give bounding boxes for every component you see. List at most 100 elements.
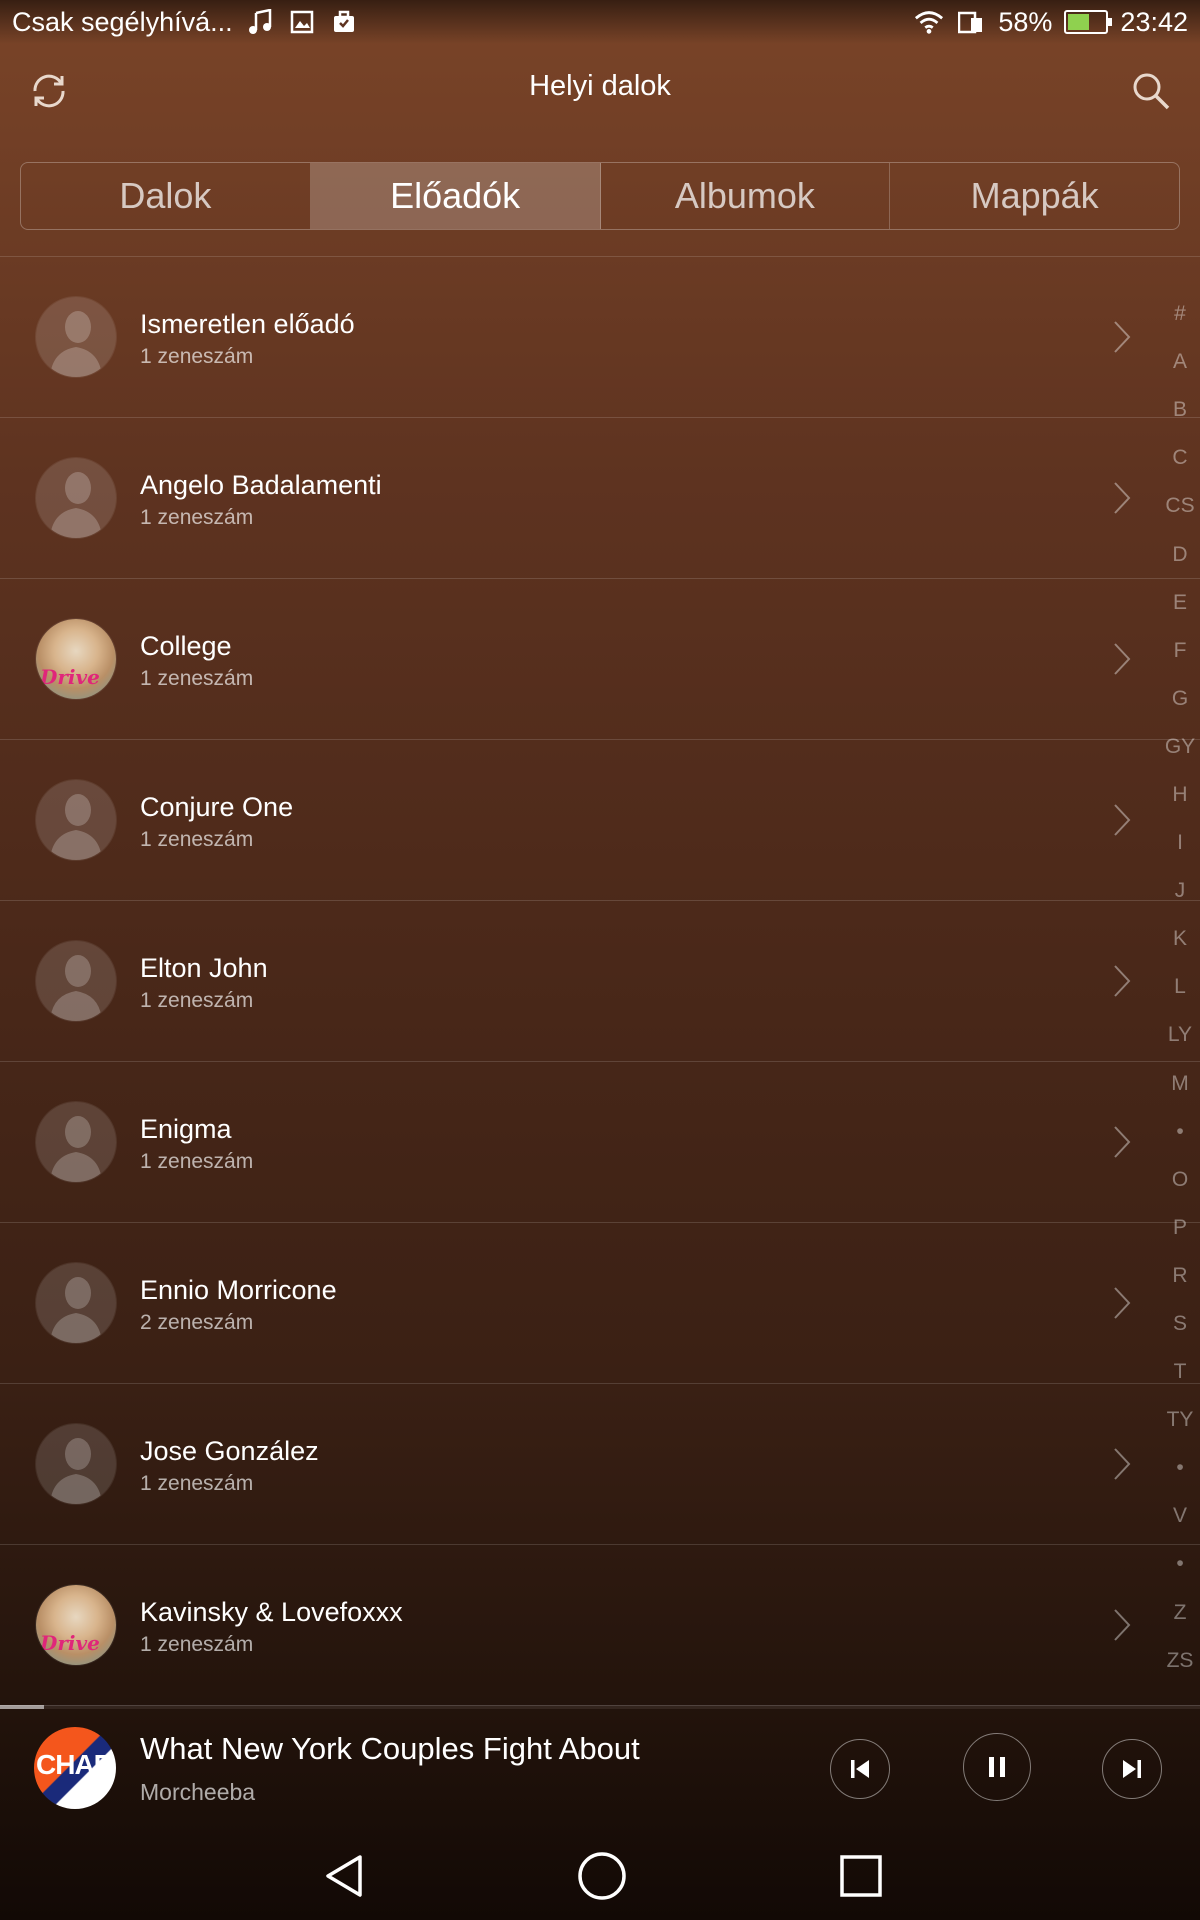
artist-row[interactable]: Drive College 1 zeneszám <box>0 579 1200 740</box>
alpha-index-letter[interactable]: K <box>1160 915 1200 963</box>
alphabet-index-scrollbar[interactable]: # A B C CS D E F G GY H I J K L LY M • O P R S T TY • V • Z ZS <box>1160 290 1200 1685</box>
alpha-index-letter[interactable]: • <box>1160 1444 1200 1492</box>
alpha-index-letter[interactable]: G <box>1160 675 1200 723</box>
artist-track-count: 1 zeneszám <box>140 989 254 1012</box>
artist-track-count: 2 zeneszám <box>140 1311 254 1334</box>
recents-icon[interactable] <box>829 1844 893 1908</box>
battery-percent: 58% <box>998 6 1053 37</box>
alpha-index-letter[interactable]: R <box>1160 1252 1200 1300</box>
status-carrier: Csak segélyhívá... <box>12 6 233 37</box>
artist-row[interactable]: Enigma 1 zeneszám <box>0 1062 1200 1223</box>
artist-name: Angelo Badalamenti <box>140 470 382 500</box>
chevron-right-icon <box>1102 1122 1142 1162</box>
previous-icon[interactable] <box>830 1739 890 1799</box>
alpha-index-letter[interactable]: O <box>1160 1156 1200 1204</box>
alpha-index-letter[interactable]: E <box>1160 579 1200 627</box>
alpha-index-letter[interactable]: V <box>1160 1492 1200 1540</box>
alpha-index-letter[interactable]: B <box>1160 386 1200 434</box>
chevron-right-icon <box>1102 639 1142 679</box>
alpha-index-letter[interactable]: ZS <box>1160 1637 1200 1685</box>
alpha-index-letter[interactable]: T <box>1160 1348 1200 1396</box>
page-title: Helyi dalok <box>529 70 671 102</box>
alpha-index-letter[interactable]: H <box>1160 771 1200 819</box>
artist-row[interactable]: Ismeretlen előadó 1 zeneszám <box>0 257 1200 418</box>
artist-name: Elton John <box>140 953 268 983</box>
chevron-right-icon <box>1102 800 1142 840</box>
artist-name: Kavinsky & Lovefoxxx <box>140 1597 403 1627</box>
artist-name: Ismeretlen előadó <box>140 309 355 339</box>
artist-placeholder-icon <box>36 780 116 860</box>
search-icon[interactable] <box>1126 66 1176 116</box>
sim-icon <box>956 7 986 37</box>
chevron-right-icon <box>1102 317 1142 357</box>
image-icon <box>287 7 317 37</box>
now-playing-title: What New York Couples Fight About <box>140 1731 640 1766</box>
alpha-index-letter[interactable]: A <box>1160 338 1200 386</box>
alpha-index-letter[interactable]: # <box>1160 290 1200 338</box>
artist-row[interactable]: Drive Kavinsky & Lovefoxxx 1 zeneszám <box>0 1545 1200 1706</box>
next-icon[interactable] <box>1102 1739 1162 1799</box>
artist-track-count: 1 zeneszám <box>140 828 254 851</box>
pause-icon[interactable] <box>963 1733 1031 1801</box>
briefcase-icon <box>329 7 359 37</box>
artist-track-count: 1 zeneszám <box>140 1150 254 1173</box>
alpha-index-letter[interactable]: Z <box>1160 1589 1200 1637</box>
artist-name: Conjure One <box>140 792 294 822</box>
artist-placeholder-icon <box>36 1102 116 1182</box>
status-bar: Csak segélyhívá... 58% 23:42 <box>0 0 1200 44</box>
tab-artists[interactable]: Előadók <box>310 163 601 229</box>
battery-icon <box>1064 10 1113 34</box>
artist-name: Enigma <box>140 1114 232 1144</box>
tab-albums[interactable]: Albumok <box>601 163 891 229</box>
alpha-index-letter[interactable]: • <box>1160 1540 1200 1588</box>
artist-track-count: 1 zeneszám <box>140 1633 254 1656</box>
artist-row[interactable]: Conjure One 1 zeneszám <box>0 740 1200 901</box>
home-icon[interactable] <box>570 1844 634 1908</box>
artist-list: Ismeretlen előadó 1 zeneszám Angelo Bada… <box>0 257 1200 1706</box>
now-playing-artist: Morcheeba <box>140 1779 256 1805</box>
artist-placeholder-icon <box>36 941 116 1021</box>
artist-row[interactable]: Elton John 1 zeneszám <box>0 901 1200 1062</box>
alpha-index-letter[interactable]: M <box>1160 1060 1200 1108</box>
artist-name: Ennio Morricone <box>140 1275 337 1305</box>
album-art-thumbnail: Drive <box>36 619 116 699</box>
status-time: 23:42 <box>1120 6 1188 37</box>
system-navigation-bar <box>0 1832 1200 1920</box>
tab-folders[interactable]: Mappák <box>890 163 1179 229</box>
now-playing-cover-art: CHAR <box>34 1727 116 1809</box>
alpha-index-letter[interactable]: L <box>1160 963 1200 1011</box>
app-bar: Helyi dalok <box>0 44 1200 134</box>
alpha-index-letter[interactable]: CS <box>1160 482 1200 530</box>
artist-track-count: 1 zeneszám <box>140 345 254 368</box>
artist-name: College <box>140 631 232 661</box>
alpha-index-letter[interactable]: P <box>1160 1204 1200 1252</box>
chevron-right-icon <box>1102 1444 1142 1484</box>
artist-placeholder-icon <box>36 458 116 538</box>
alpha-index-letter[interactable]: C <box>1160 434 1200 482</box>
wifi-icon <box>914 7 944 37</box>
artist-name: Jose González <box>140 1436 319 1466</box>
artist-row[interactable]: Ennio Morricone 2 zeneszám <box>0 1223 1200 1384</box>
chevron-right-icon <box>1102 1605 1142 1645</box>
chevron-right-icon <box>1102 478 1142 518</box>
artist-track-count: 1 zeneszám <box>140 667 254 690</box>
alpha-index-letter[interactable]: D <box>1160 530 1200 578</box>
chevron-right-icon <box>1102 961 1142 1001</box>
tab-bar: Dalok Előadók Albumok Mappák <box>20 162 1180 230</box>
now-playing-bar[interactable]: CHAR What New York Couples Fight About M… <box>0 1709 1200 1829</box>
alpha-index-letter[interactable]: LY <box>1160 1011 1200 1059</box>
alpha-index-letter[interactable]: • <box>1160 1108 1200 1156</box>
artist-track-count: 1 zeneszám <box>140 506 254 529</box>
alpha-index-letter[interactable]: I <box>1160 819 1200 867</box>
alpha-index-letter[interactable]: S <box>1160 1300 1200 1348</box>
back-icon[interactable] <box>313 1844 377 1908</box>
artist-row[interactable]: Jose González 1 zeneszám <box>0 1384 1200 1545</box>
tab-songs[interactable]: Dalok <box>21 163 311 229</box>
album-art-thumbnail: Drive <box>36 1585 116 1665</box>
alpha-index-letter[interactable]: GY <box>1160 723 1200 771</box>
artist-row[interactable]: Angelo Badalamenti 1 zeneszám <box>0 418 1200 579</box>
alpha-index-letter[interactable]: F <box>1160 627 1200 675</box>
chevron-right-icon <box>1102 1283 1142 1323</box>
alpha-index-letter[interactable]: TY <box>1160 1396 1200 1444</box>
alpha-index-letter[interactable]: J <box>1160 867 1200 915</box>
